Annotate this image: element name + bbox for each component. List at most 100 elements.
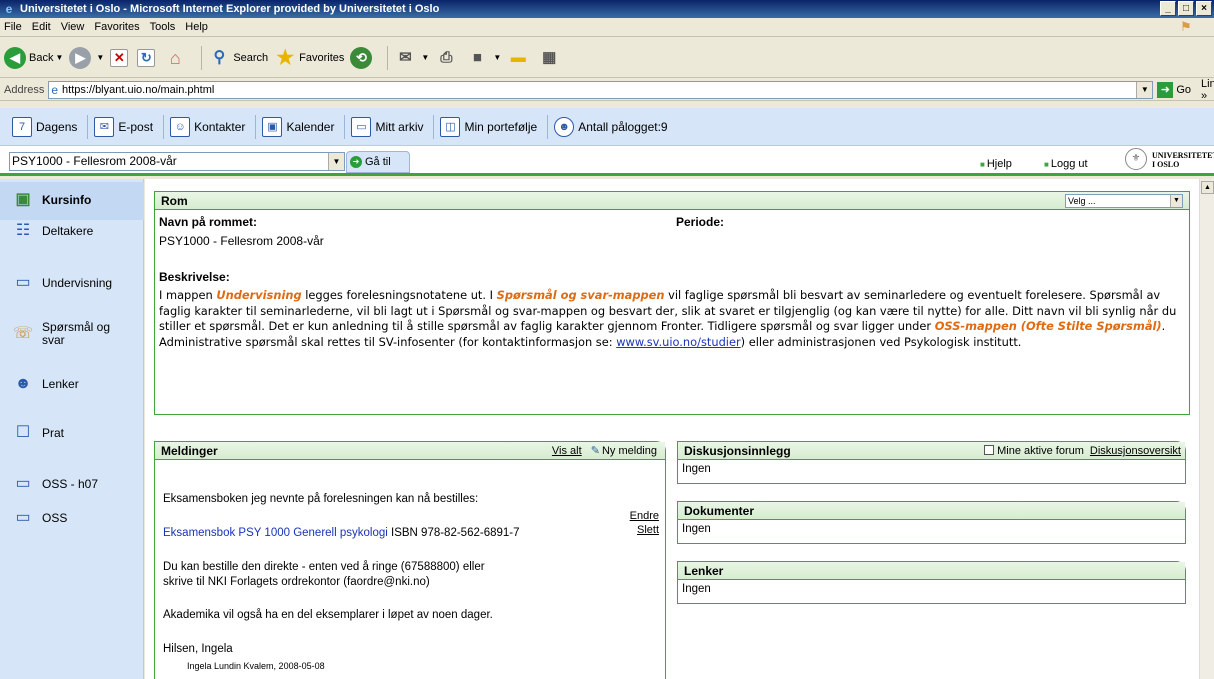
go-button[interactable]: ➜ Go	[1157, 81, 1191, 98]
book-link[interactable]: Eksamensbok PSY 1000 Generell psykologi	[163, 527, 388, 539]
print-button[interactable]: ⎙	[435, 47, 460, 69]
meldinger-title: Meldinger	[161, 444, 218, 458]
sidebar-item-lenker[interactable]: ☻ Lenker	[12, 375, 79, 393]
sidebar-item-label: Lenker	[42, 377, 79, 391]
edit-button[interactable]: ■ ▼	[466, 47, 501, 69]
sidebar-item-undervisning[interactable]: ▭ Undervisning	[12, 274, 112, 292]
goto-button[interactable]: ➜ Gå til	[346, 151, 410, 173]
nav-label: Min portefølje	[464, 119, 538, 134]
address-input[interactable]: e https://blyant.uio.no/main.phtml ▼	[48, 80, 1154, 99]
history-button[interactable]: ⟲	[350, 46, 375, 69]
research-button[interactable]: ▦	[538, 47, 563, 69]
back-dropdown-icon[interactable]: ▼	[55, 53, 63, 62]
discuss-button[interactable]: ▬	[507, 47, 532, 69]
course-select[interactable]: PSY1000 - Fellesrom 2008-vår ▼	[9, 152, 345, 171]
printer-icon: ⎙	[440, 48, 453, 66]
active-forums-label: Mine aktive forum	[997, 445, 1084, 457]
edit-dropdown-icon[interactable]: ▼	[493, 53, 501, 62]
back-label: Back	[29, 51, 54, 64]
favorites-label: Favorites	[299, 51, 345, 64]
stop-button[interactable]: ✕	[110, 48, 131, 67]
home-button[interactable]: ⌂	[164, 47, 189, 69]
windows-logo-icon: ⚑	[1180, 19, 1192, 34]
brand-line1: UNIVERSITETET	[1152, 151, 1214, 160]
toolbar-separator	[387, 45, 389, 70]
maximize-button[interactable]: □	[1178, 1, 1194, 16]
sidebar-item-kursinfo[interactable]: ▣ Kursinfo	[12, 191, 91, 209]
sidebar-item-oss-h07[interactable]: ▭ OSS - h07	[12, 475, 98, 493]
back-button[interactable]: ◀ Back ▼	[4, 46, 63, 69]
menu-help[interactable]: Help	[185, 21, 208, 33]
active-forums-checkbox[interactable]	[984, 445, 995, 455]
nav-dagens[interactable]: 7 Dagens	[12, 116, 78, 137]
help-link[interactable]: ■ Hjelp	[980, 158, 1012, 170]
diskusjonsoversikt-link[interactable]: Diskusjonsoversikt	[1090, 445, 1181, 457]
dokumenter-value: Ingen	[682, 523, 711, 535]
folder-icon: ▭	[15, 475, 31, 492]
nav-label: Dagens	[36, 119, 78, 134]
back-arrow-icon: ◀	[4, 46, 26, 69]
meldinger-actions: Vis alt ✎ Ny melding	[552, 442, 657, 460]
period-label: Periode:	[676, 215, 725, 229]
minimize-button[interactable]: _	[1160, 1, 1176, 16]
participants-icon: ☷	[15, 222, 31, 239]
nav-kontakter[interactable]: ☺ Kontakter	[170, 116, 245, 137]
new-message-icon[interactable]: ✎	[591, 445, 600, 457]
links-button[interactable]: Links »	[1201, 78, 1214, 102]
nav-mitt-arkiv[interactable]: ▭ Mitt arkiv	[351, 116, 423, 137]
vertical-scrollbar[interactable]: ▲	[1199, 179, 1214, 679]
desc-highlight-sporsmal: Spørsmål og svar-mappen	[496, 288, 665, 302]
diskusjon-header: Diskusjonsinnlegg Mine aktive forum Disku…	[678, 442, 1185, 460]
course-select-value: PSY1000 - Fellesrom 2008-vår	[12, 154, 177, 168]
chat-icon: ☐	[15, 424, 31, 441]
menu-file[interactable]: File	[4, 21, 22, 33]
nav-kalender[interactable]: ▣ Kalender	[262, 116, 335, 137]
close-button[interactable]: ×	[1196, 1, 1212, 16]
edit-icon: ■	[472, 48, 482, 66]
favorites-button[interactable]: ★ Favorites	[274, 47, 344, 69]
new-message-link[interactable]: Ny melding	[602, 445, 657, 457]
room-name-label: Navn på rommet:	[159, 215, 258, 229]
sidebar-item-label: Kursinfo	[42, 193, 92, 207]
folder-icon: ▭	[351, 116, 372, 137]
search-label: Search	[233, 51, 269, 64]
velg-select[interactable]: Velg ... ▼	[1065, 194, 1183, 208]
online-count-label: Antall pålogget:9	[578, 119, 668, 134]
message-line: Eksamensboken jeg nevnte på forelesninge…	[163, 493, 479, 505]
sidebar-item-sporsmal-og-svar[interactable]: ☏ Spørsmål og svar	[12, 321, 110, 347]
window-titlebar: e Universitetet i Oslo - Microsoft Inter…	[0, 0, 1214, 18]
sidebar-item-prat[interactable]: ☐ Prat	[12, 424, 64, 442]
menu-favorites[interactable]: Favorites	[94, 21, 139, 33]
mail-button[interactable]: ✉ ▼	[394, 47, 429, 69]
menu-edit[interactable]: Edit	[32, 21, 51, 33]
desc-text: ) eller administrasjonen ved Psykologisk…	[740, 334, 1022, 349]
mail-dropdown-icon[interactable]: ▼	[421, 53, 429, 62]
refresh-button[interactable]: ↻	[137, 48, 158, 67]
search-button[interactable]: ⚲ Search	[208, 47, 268, 69]
nav-label: Kalender	[286, 119, 335, 134]
chevron-down-icon[interactable]: ▼	[328, 153, 344, 170]
stop-icon: ✕	[110, 48, 129, 67]
menu-view[interactable]: View	[61, 21, 85, 33]
online-count[interactable]: ☻ Antall pålogget:9	[554, 116, 668, 137]
address-dropdown-icon[interactable]: ▼	[1136, 81, 1153, 98]
sidebar-item-deltakere[interactable]: ☷ Deltakere	[12, 222, 94, 240]
course-selector-row: PSY1000 - Fellesrom 2008-vår ▼ ➜ Gå til …	[0, 146, 1214, 176]
logout-link[interactable]: ■ Logg ut	[1044, 158, 1088, 170]
sidebar-item-oss[interactable]: ▭ OSS	[12, 509, 67, 527]
nav-epost[interactable]: ✉ E-post	[94, 116, 153, 137]
description-label: Beskrivelse:	[159, 270, 230, 284]
nav-min-portefolje[interactable]: ◫ Min portefølje	[440, 116, 538, 137]
forward-dropdown-icon[interactable]: ▼	[96, 53, 104, 62]
diskusjon-panel: Diskusjonsinnlegg Mine aktive forum Disku…	[677, 441, 1186, 484]
qa-label-line1: Spørsmål og	[42, 320, 111, 334]
edit-message-link[interactable]: Endre	[621, 510, 659, 522]
menu-tools[interactable]: Tools	[150, 21, 176, 33]
goto-label: Gå til	[365, 156, 391, 168]
vis-alt-link[interactable]: Vis alt	[552, 445, 582, 457]
scroll-up-icon[interactable]: ▲	[1201, 181, 1214, 194]
chevron-down-icon[interactable]: ▼	[1170, 195, 1182, 207]
sv-infosenter-link[interactable]: www.sv.uio.no/studier	[616, 335, 740, 349]
delete-message-link[interactable]: Slett	[621, 524, 659, 536]
forward-button[interactable]: ▶ ▼	[69, 46, 104, 69]
